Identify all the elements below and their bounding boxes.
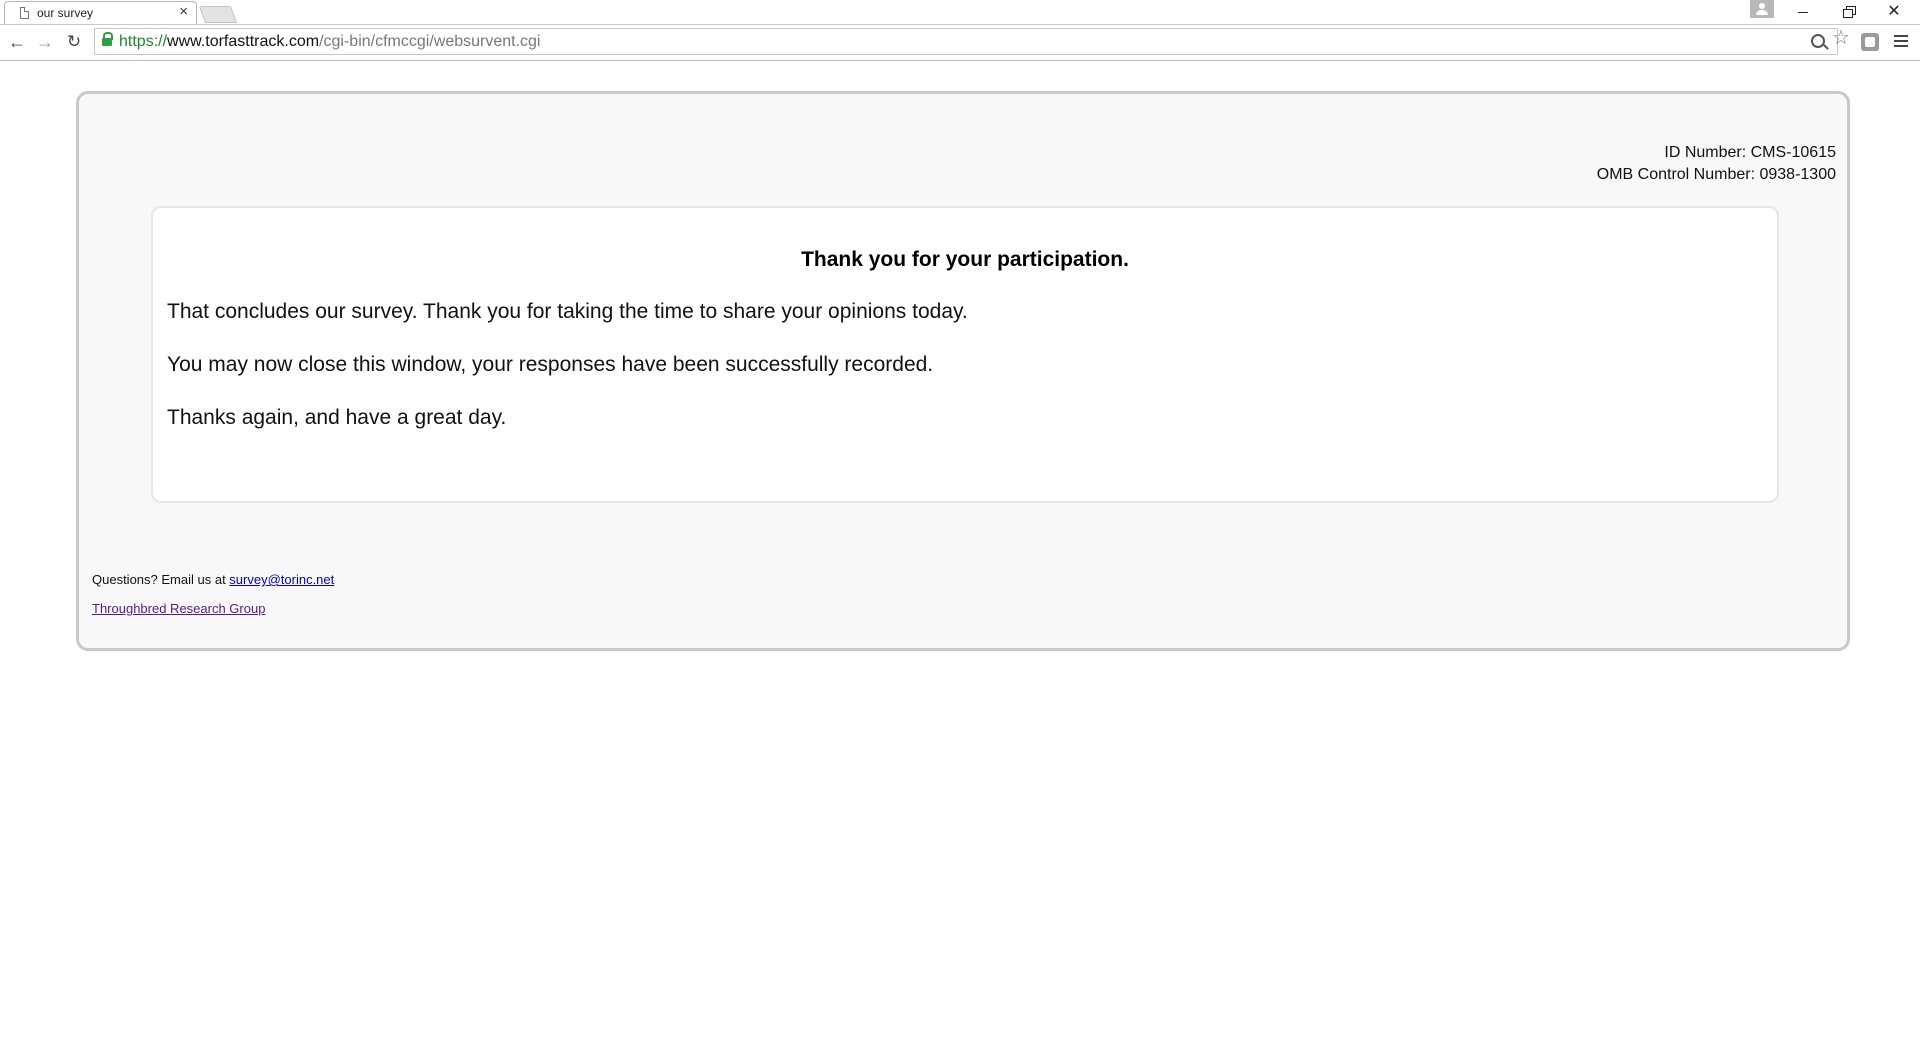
menu-icon[interactable] <box>1894 35 1908 47</box>
new-tab-button[interactable] <box>198 6 238 23</box>
tab-title: our survey <box>37 6 94 20</box>
url-text[interactable]: https://www.torfasttrack.com/cgi-bin/cfm… <box>119 33 540 51</box>
url-scheme: https:// <box>119 33 168 50</box>
omb-control-number: OMB Control Number: 0938-1300 <box>1596 166 1836 183</box>
forward-button[interactable]: → <box>34 31 56 53</box>
message-line-2: You may now close this window, your resp… <box>167 353 934 376</box>
questions-text: Questions? Email us at <box>92 572 230 587</box>
message-line-1: That concludes our survey. Thank you for… <box>167 300 968 323</box>
id-block: ID Number: CMS-10615 OMB Control Number:… <box>1597 142 1836 186</box>
zoom-icon[interactable] <box>1811 34 1825 48</box>
restore-button[interactable] <box>1826 0 1870 24</box>
minimize-icon <box>1798 12 1808 13</box>
browser-toolbar: ← → ↻ https://www.torfasttrack.com/cgi-b… <box>0 25 1920 61</box>
minimize-button[interactable] <box>1781 0 1825 24</box>
extension-icon[interactable] <box>1861 33 1879 51</box>
message-panel: Thank you for your participation. That c… <box>151 206 1779 503</box>
tab-close-icon[interactable]: × <box>179 4 188 20</box>
url-path: /cgi-bin/cfmccgi/websurvent.cgi <box>319 33 541 50</box>
message-line-3: Thanks again, and have a great day. <box>167 406 507 429</box>
lock-icon <box>102 32 113 46</box>
profile-icon[interactable] <box>1750 0 1774 18</box>
browser-tab[interactable]: our survey × <box>4 1 197 24</box>
org-link[interactable]: Throughbred Research Group <box>92 601 265 616</box>
bookmark-star-icon[interactable]: ☆ <box>1832 27 1850 49</box>
survey-frame: ID Number: CMS-10615 OMB Control Number:… <box>76 91 1850 651</box>
window-close-button[interactable]: ✕ <box>1872 0 1916 24</box>
back-button[interactable]: ← <box>6 31 28 53</box>
restore-icon-back <box>1843 9 1853 18</box>
browser-titlebar: our survey × ✕ <box>0 0 1920 25</box>
questions-footer: Questions? Email us at survey@torinc.net <box>92 572 334 587</box>
email-link[interactable]: survey@torinc.net <box>229 572 334 587</box>
url-host: www.torfasttrack.com <box>167 33 320 50</box>
page-icon <box>20 7 29 19</box>
thank-you-heading: Thank you for your participation. <box>801 248 1129 271</box>
reload-button[interactable]: ↻ <box>63 31 85 53</box>
address-bar[interactable]: https://www.torfasttrack.com/cgi-bin/cfm… <box>94 28 1838 55</box>
id-number: ID Number: CMS-10615 <box>1664 144 1836 161</box>
org-footer: Throughbred Research Group <box>92 601 265 616</box>
